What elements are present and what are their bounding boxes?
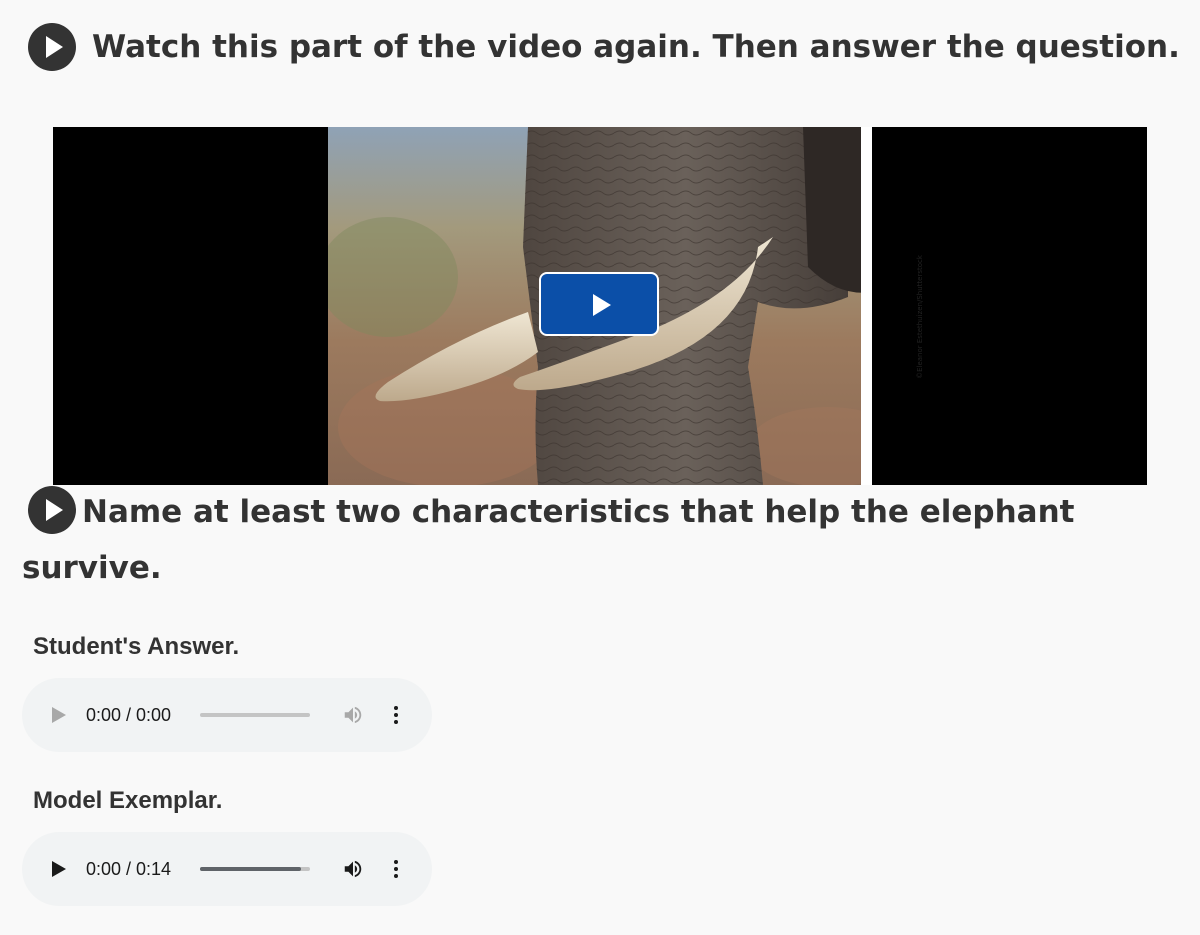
video-player[interactable]: ©Eleanor Estethuizen/Shutterstock xyxy=(53,127,1147,485)
question-text: Name at least two characteristics that h… xyxy=(22,494,1075,586)
video-play-button[interactable] xyxy=(539,272,659,336)
model-exemplar-label: Model Exemplar. xyxy=(33,787,223,814)
photo-credit: ©Eleanor Estethuizen/Shutterstock xyxy=(916,255,924,379)
audio-progress-bar[interactable] xyxy=(200,713,310,717)
instruction-heading: Watch this part of the video again. Then… xyxy=(92,29,1180,65)
model-exemplar-audio-player[interactable]: 0:00 / 0:14 xyxy=(22,832,432,906)
more-options-icon[interactable] xyxy=(388,704,404,726)
more-options-icon[interactable] xyxy=(388,858,404,880)
student-answer-audio-player[interactable]: 0:00 / 0:00 xyxy=(22,678,432,752)
page: Watch this part of the video again. Then… xyxy=(0,0,1200,935)
audio-progress-bar[interactable] xyxy=(200,867,310,871)
audio-play-icon[interactable] xyxy=(52,706,66,724)
audio-time: 0:00 / 0:14 xyxy=(86,859,172,879)
volume-icon[interactable] xyxy=(342,858,364,880)
instruction-play-icon[interactable] xyxy=(28,23,76,71)
audio-time: 0:00 / 0:00 xyxy=(86,705,172,725)
audio-play-icon[interactable] xyxy=(52,860,66,878)
volume-icon[interactable] xyxy=(342,704,364,726)
audio-progress-fill xyxy=(200,867,302,871)
student-answer-label: Student's Answer. xyxy=(33,633,240,660)
